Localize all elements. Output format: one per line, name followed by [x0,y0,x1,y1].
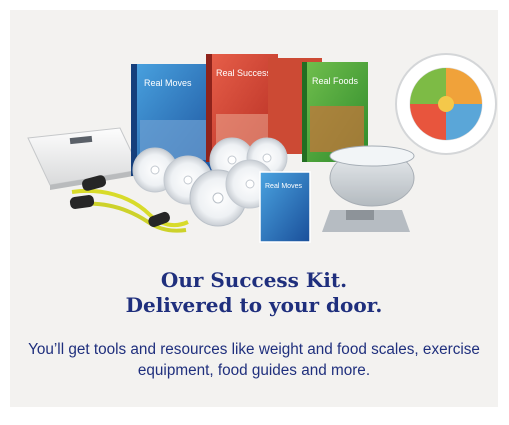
portion-plate [395,53,497,155]
headline-line-1: Our Success Kit. [160,268,348,292]
promo-headline: Our Success Kit. Delivered to your door. [10,268,498,318]
dvd-case-title: Real Moves [265,183,302,190]
promo-card: Real Moves Real Success Guide Real Foods [10,10,498,407]
book-real-foods-title: Real Foods [312,76,359,86]
promo-description: You’ll get tools and resources like weig… [28,341,480,379]
headline-line-2: Delivered to your door. [125,293,383,317]
food-scale [322,145,415,232]
success-kit-product-image: Real Moves Real Success Guide Real Foods [27,53,497,243]
book-real-moves-title: Real Moves [144,78,192,88]
dvd-case-real-moves: Real Moves [259,171,311,243]
